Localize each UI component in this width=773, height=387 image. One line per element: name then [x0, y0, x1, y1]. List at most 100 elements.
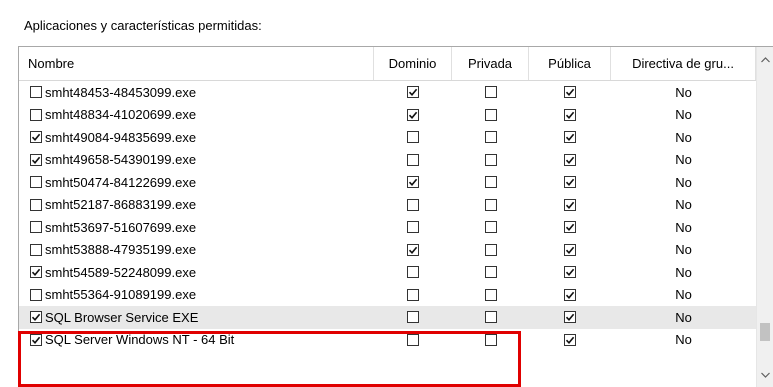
- table-row[interactable]: smht49658-54390199.exe No: [19, 149, 756, 172]
- checkmark-icon: [408, 111, 418, 119]
- allowed-apps-list[interactable]: Nombre Dominio Privada Pública Directiva…: [18, 46, 773, 387]
- private-cell: [452, 261, 529, 284]
- app-name-cell: smht53888-47935199.exe: [30, 239, 360, 262]
- private-checkbox[interactable]: [484, 288, 497, 301]
- private-cell: [452, 216, 529, 239]
- public-cell: [529, 194, 611, 217]
- domain-checkbox[interactable]: [407, 288, 419, 301]
- private-checkbox[interactable]: [484, 131, 497, 144]
- public-checkbox[interactable]: [564, 176, 576, 189]
- domain-cell: [374, 171, 452, 194]
- private-checkbox[interactable]: [484, 311, 497, 324]
- private-checkbox[interactable]: [484, 266, 497, 279]
- table-row[interactable]: smht54589-52248099.exe No: [19, 261, 756, 284]
- private-checkbox[interactable]: [484, 176, 497, 189]
- domain-checkbox[interactable]: [407, 86, 419, 99]
- domain-checkbox[interactable]: [407, 153, 419, 166]
- app-enabled-checkbox[interactable]: [30, 288, 42, 301]
- public-cell: [529, 126, 611, 149]
- private-checkbox[interactable]: [484, 333, 497, 346]
- domain-checkbox[interactable]: [407, 266, 419, 279]
- chevron-up-icon: [761, 57, 770, 63]
- public-checkbox[interactable]: [564, 311, 576, 324]
- app-enabled-checkbox[interactable]: [30, 243, 42, 256]
- public-checkbox[interactable]: [564, 221, 576, 234]
- private-checkbox[interactable]: [484, 198, 497, 211]
- app-enabled-checkbox[interactable]: [30, 86, 42, 99]
- domain-checkbox[interactable]: [407, 198, 419, 211]
- app-enabled-checkbox[interactable]: [30, 198, 42, 211]
- private-checkbox[interactable]: [484, 221, 497, 234]
- public-checkbox[interactable]: [564, 266, 576, 279]
- group-policy-value: No: [675, 174, 692, 190]
- domain-checkbox[interactable]: [407, 221, 419, 234]
- app-enabled-checkbox[interactable]: [30, 153, 42, 166]
- checkmark-icon: [565, 223, 575, 232]
- public-cell: [529, 81, 611, 104]
- table-row[interactable]: smht53697-51607699.exe No: [19, 216, 756, 239]
- domain-checkbox[interactable]: [407, 131, 419, 144]
- app-enabled-checkbox[interactable]: [30, 108, 42, 121]
- app-enabled-checkbox[interactable]: [30, 266, 42, 279]
- app-enabled-checkbox[interactable]: [30, 221, 42, 234]
- domain-checkbox[interactable]: [407, 243, 419, 256]
- column-header-public[interactable]: Pública: [529, 47, 611, 80]
- private-checkbox[interactable]: [484, 243, 497, 256]
- app-enabled-checkbox[interactable]: [30, 311, 42, 324]
- column-header-group-policy[interactable]: Directiva de gru...: [611, 47, 756, 80]
- checkmark-icon: [565, 336, 575, 344]
- group-policy-value: No: [675, 107, 692, 123]
- app-name-label: smht49658-54390199.exe: [45, 152, 197, 168]
- app-enabled-checkbox[interactable]: [30, 176, 42, 189]
- domain-checkbox[interactable]: [407, 176, 419, 189]
- scroll-down-button[interactable]: [757, 368, 773, 382]
- public-checkbox[interactable]: [564, 333, 576, 346]
- checkmark-icon: [565, 291, 575, 299]
- app-enabled-checkbox[interactable]: [30, 333, 42, 346]
- public-checkbox[interactable]: [564, 198, 576, 211]
- public-checkbox[interactable]: [564, 288, 576, 301]
- public-checkbox[interactable]: [564, 108, 576, 121]
- table-row[interactable]: smht55364-91089199.exe No: [19, 284, 756, 307]
- table-row[interactable]: smht48453-48453099.exe No: [19, 81, 756, 104]
- public-checkbox[interactable]: [564, 131, 576, 144]
- private-cell: [452, 239, 529, 262]
- public-cell: [529, 149, 611, 172]
- table-row[interactable]: SQL Server Windows NT - 64 Bit No: [19, 329, 756, 352]
- table-row[interactable]: smht48834-41020699.exe No: [19, 104, 756, 127]
- app-name-cell: SQL Server Windows NT - 64 Bit: [30, 329, 360, 352]
- table-row[interactable]: smht53888-47935199.exe No: [19, 239, 756, 262]
- private-checkbox[interactable]: [484, 108, 497, 121]
- public-cell: [529, 284, 611, 307]
- private-cell: [452, 194, 529, 217]
- scroll-up-button[interactable]: [757, 53, 773, 67]
- public-checkbox[interactable]: [564, 86, 576, 99]
- domain-checkbox[interactable]: [407, 311, 419, 324]
- list-header: Nombre Dominio Privada Pública Directiva…: [19, 47, 756, 81]
- public-checkbox[interactable]: [564, 243, 576, 256]
- app-enabled-checkbox[interactable]: [30, 131, 42, 144]
- public-checkbox[interactable]: [564, 153, 576, 166]
- checkmark-icon: [565, 133, 575, 142]
- private-checkbox[interactable]: [484, 86, 497, 99]
- scrollbar-thumb[interactable]: [760, 323, 770, 341]
- column-header-domain[interactable]: Dominio: [374, 47, 452, 80]
- domain-checkbox[interactable]: [407, 108, 419, 121]
- app-name-label: smht50474-84122699.exe: [45, 174, 197, 190]
- table-row[interactable]: smht52187-86883199.exe No: [19, 194, 756, 217]
- group-policy-value: No: [675, 129, 692, 145]
- column-header-private[interactable]: Privada: [452, 47, 529, 80]
- table-row[interactable]: smht49084-94835699.exe No: [19, 126, 756, 149]
- private-cell: [452, 126, 529, 149]
- app-name-cell: smht55364-91089199.exe: [30, 284, 360, 307]
- domain-checkbox[interactable]: [407, 333, 419, 346]
- table-row[interactable]: smht50474-84122699.exe No: [19, 171, 756, 194]
- private-checkbox[interactable]: [484, 153, 497, 166]
- domain-cell: [374, 284, 452, 307]
- table-row[interactable]: SQL Browser Service EXE No: [19, 306, 756, 329]
- column-header-name[interactable]: Nombre: [19, 47, 374, 80]
- private-cell: [452, 81, 529, 104]
- vertical-scrollbar[interactable]: [756, 47, 773, 387]
- group-policy-value: No: [675, 242, 692, 258]
- app-name-label: SQL Server Windows NT - 64 Bit: [45, 332, 235, 348]
